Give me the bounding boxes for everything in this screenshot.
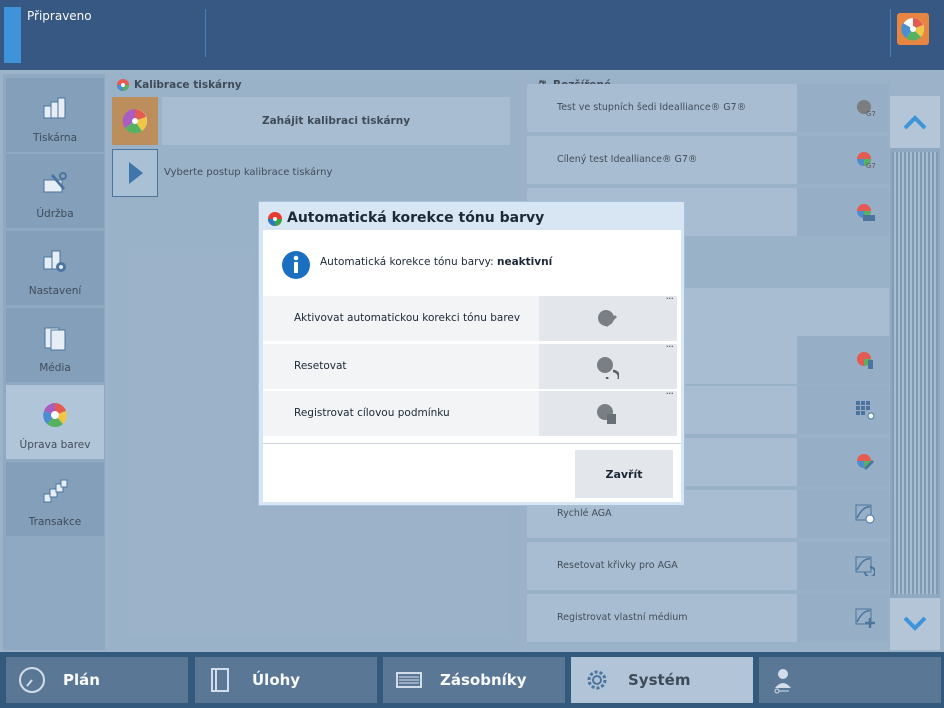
close-button[interactable]: Zavřít: [575, 450, 673, 498]
reset-icon: [597, 357, 619, 379]
activate-icon: [598, 310, 617, 327]
dialog-title-text: Automatická korekce tónu barvy: [287, 210, 545, 226]
dialog-divider: [263, 443, 681, 444]
reset-button[interactable]: ···: [539, 340, 677, 389]
dialog-body: Automatická korekce tónu barvy: neaktivn…: [263, 230, 681, 502]
more-icon: ···: [665, 340, 674, 353]
status-text: Automatická korekce tónu barvy: neaktivn…: [320, 256, 552, 268]
more-icon: ···: [665, 292, 674, 305]
activate-correction-row[interactable]: Aktivovat automatickou korekci tónu bare…: [263, 292, 677, 341]
info-icon: [282, 251, 310, 279]
register-target-icon: [597, 404, 616, 424]
dialog-title: Automatická korekce tónu barvy: [267, 208, 544, 228]
register-target-row[interactable]: Registrovat cílovou podmínku ···: [263, 387, 677, 436]
status-value: neaktivní: [497, 256, 553, 268]
auto-color-correction-dialog: Automatická korekce tónu barvy Automatic…: [258, 201, 685, 506]
more-icon: ···: [665, 387, 674, 400]
row-label: Resetovat: [294, 360, 347, 372]
register-button[interactable]: ···: [539, 387, 677, 436]
reset-row[interactable]: Resetovat ···: [263, 340, 677, 389]
activate-button[interactable]: ···: [539, 292, 677, 341]
row-label: Aktivovat automatickou korekci tónu bare…: [294, 312, 521, 324]
status-label: Automatická korekce tónu barvy:: [320, 256, 494, 268]
row-label: Registrovat cílovou podmínku: [294, 407, 450, 419]
color-wheel-icon: [268, 212, 282, 226]
